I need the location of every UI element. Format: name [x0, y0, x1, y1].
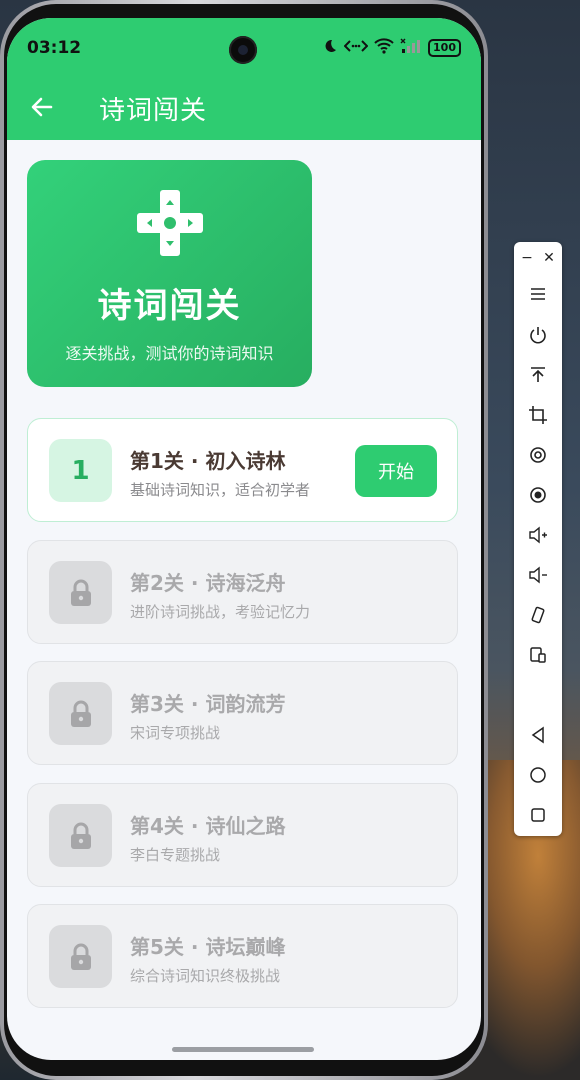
lock-icon	[70, 700, 91, 727]
status-time: 03:12	[27, 38, 82, 58]
level-title: 第2关 · 诗海泛舟	[130, 571, 286, 595]
battery-icon: 100	[428, 39, 461, 57]
lock-badge	[49, 682, 112, 745]
rotate-icon[interactable]	[526, 603, 550, 627]
status-icons: 100	[322, 38, 461, 58]
page-title: 诗词闯关	[99, 96, 208, 126]
wifi-icon	[374, 38, 394, 58]
level-description: 综合诗词知识终极挑战	[130, 967, 281, 985]
power-icon[interactable]	[526, 323, 550, 347]
close-icon[interactable]: ✕	[541, 250, 557, 266]
level-title: 第3关 · 词韵流芳	[130, 692, 286, 716]
hero-subtitle: 逐关挑战，测试你的诗词知识	[65, 344, 274, 363]
record-icon[interactable]	[526, 483, 550, 507]
lock-badge	[49, 925, 112, 988]
level-card-4[interactable]: 第4关 · 诗仙之路 李白专题挑战	[27, 783, 458, 887]
home-indicator[interactable]	[172, 1047, 314, 1052]
upload-icon[interactable]	[526, 363, 550, 387]
volume-down-icon[interactable]	[526, 563, 550, 587]
start-button[interactable]: 开始	[355, 445, 437, 497]
emulator-toolbar: − ✕	[514, 242, 562, 836]
moon-icon	[322, 38, 338, 58]
level-number-badge: 1	[49, 439, 112, 502]
signal-icon	[400, 38, 422, 58]
lock-icon	[70, 943, 91, 970]
hero-banner: 诗词闯关 逐关挑战，测试你的诗词知识	[27, 160, 312, 387]
volume-up-icon[interactable]	[526, 523, 550, 547]
overview-icon[interactable]	[526, 803, 550, 827]
crop-icon[interactable]	[526, 403, 550, 427]
status-bar: 03:12 100	[7, 18, 481, 78]
target-icon[interactable]	[526, 443, 550, 467]
arrow-left-icon	[31, 97, 53, 117]
level-description: 基础诗词知识，适合初学者	[130, 481, 311, 499]
home-icon[interactable]	[526, 763, 550, 787]
gamepad-dpad-icon	[137, 190, 203, 256]
screenshot-icon[interactable]	[526, 643, 550, 667]
app-bar: 诗词闯关	[7, 78, 481, 140]
level-number: 1	[71, 455, 90, 486]
level-card-1[interactable]: 1 第1关 · 初入诗林 基础诗词知识，适合初学者 开始	[27, 418, 458, 522]
level-card-5[interactable]: 第5关 · 诗坛巅峰 综合诗词知识终极挑战	[27, 904, 458, 1008]
back-button[interactable]	[27, 92, 57, 122]
level-title: 第5关 · 诗坛巅峰	[130, 935, 286, 959]
lock-icon	[70, 579, 91, 606]
lock-badge	[49, 561, 112, 624]
link-icon	[343, 39, 369, 57]
front-camera	[229, 36, 257, 64]
level-description: 李白专题挑战	[130, 846, 221, 864]
level-description: 进阶诗词挑战，考验记忆力	[130, 603, 311, 621]
minimize-icon[interactable]: −	[519, 250, 535, 266]
lock-badge	[49, 804, 112, 867]
level-description: 宋词专项挑战	[130, 724, 221, 742]
level-title: 第4关 · 诗仙之路	[130, 814, 286, 838]
level-title: 第1关 · 初入诗林	[130, 449, 286, 473]
lock-icon	[70, 822, 91, 849]
phone-screen: 03:12 100 诗词闯关 诗词闯关 逐关挑战，测试你的诗词知识 1 第1关 …	[7, 18, 481, 1060]
back-icon[interactable]	[526, 723, 550, 747]
menu-icon[interactable]	[526, 282, 550, 306]
hero-title: 诗词闯关	[97, 286, 242, 326]
level-card-3[interactable]: 第3关 · 词韵流芳 宋词专项挑战	[27, 661, 458, 765]
level-card-2[interactable]: 第2关 · 诗海泛舟 进阶诗词挑战，考验记忆力	[27, 540, 458, 644]
